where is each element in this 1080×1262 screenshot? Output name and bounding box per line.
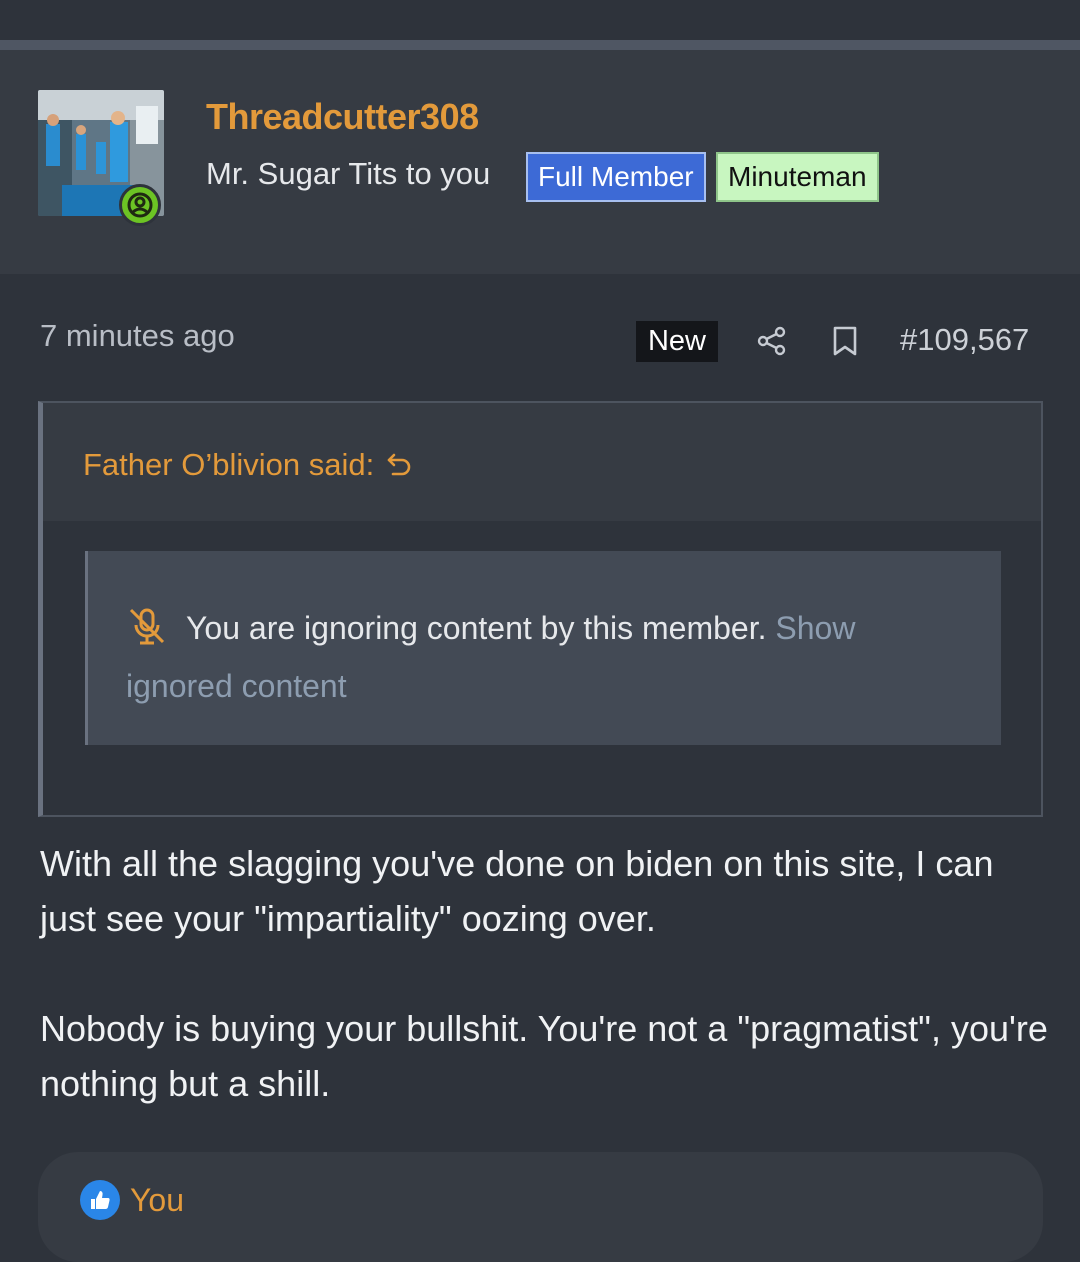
post-body: With all the slagging you've done on bid… bbox=[40, 836, 1050, 1166]
quote-block: Father O’blivion said: You are ignoring … bbox=[38, 401, 1043, 817]
ignored-text-block: You are ignoring content by this member.… bbox=[126, 599, 946, 715]
post-paragraph: With all the slagging you've done on bid… bbox=[40, 843, 994, 939]
post-time[interactable]: 7 minutes ago bbox=[40, 318, 235, 354]
minuteman-badge: Minuteman bbox=[716, 152, 879, 202]
ignored-message: You are ignoring content by this member. bbox=[186, 610, 767, 646]
divider bbox=[0, 40, 1080, 50]
user-title: Mr. Sugar Tits to you bbox=[206, 156, 491, 191]
quote-author[interactable]: Father O’blivion said: bbox=[83, 447, 414, 483]
ignored-content-notice: You are ignoring content by this member.… bbox=[85, 551, 1001, 745]
username[interactable]: Threadcutter308 bbox=[206, 96, 479, 138]
online-status-icon bbox=[119, 184, 161, 226]
bookmark-icon[interactable] bbox=[830, 325, 860, 357]
reaction-label: You bbox=[130, 1181, 184, 1218]
new-badge: New bbox=[636, 321, 718, 362]
share-icon[interactable] bbox=[756, 325, 788, 357]
top-bar bbox=[0, 0, 1080, 40]
full-member-badge: Full Member bbox=[526, 152, 706, 202]
thumbs-up-icon bbox=[80, 1180, 120, 1220]
reaction-summary[interactable]: You bbox=[80, 1180, 184, 1220]
post-paragraph: Nobody is buying your bullshit. You're n… bbox=[40, 1008, 1048, 1104]
jump-to-quote-icon[interactable] bbox=[386, 451, 414, 479]
post-number-link[interactable]: #109,567 bbox=[900, 322, 1029, 358]
mute-icon bbox=[129, 608, 165, 645]
reactions-bar: You bbox=[38, 1152, 1043, 1262]
quote-author-label: Father O’blivion said: bbox=[83, 447, 375, 482]
